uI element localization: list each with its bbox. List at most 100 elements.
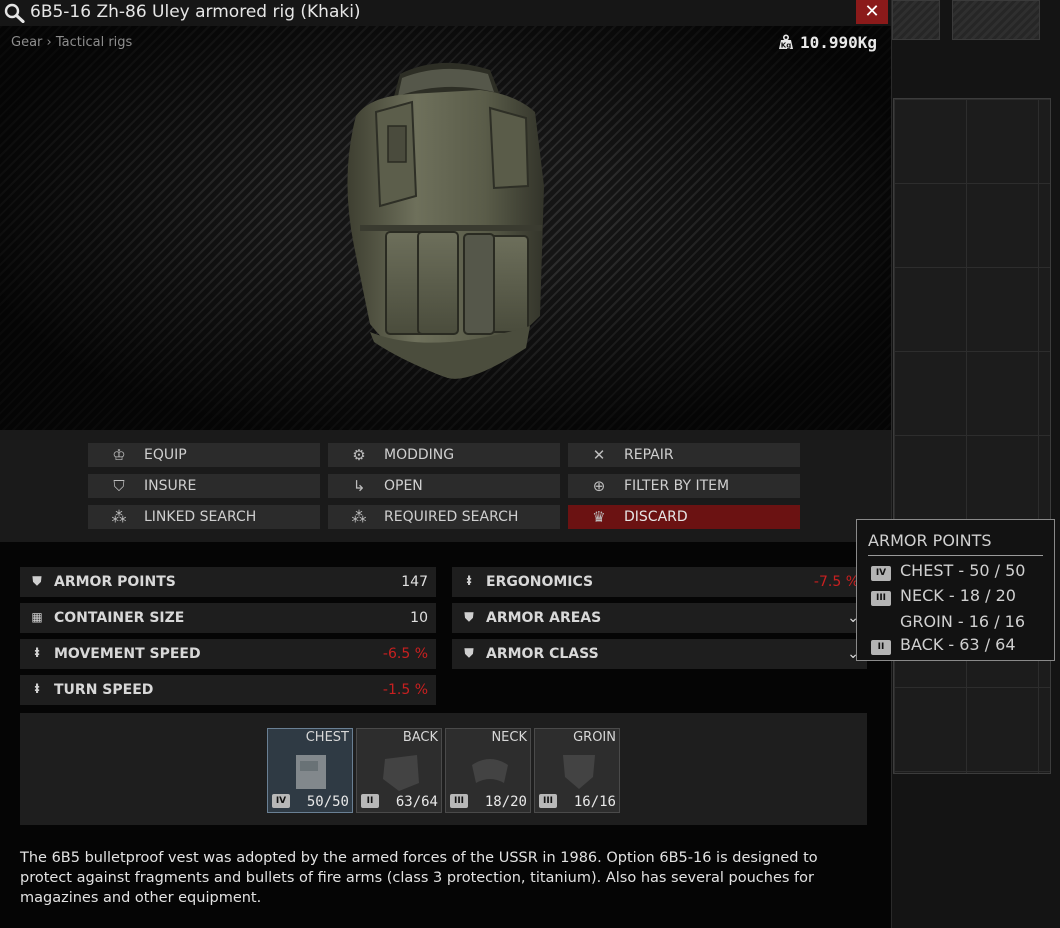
equip-icon: ♔ bbox=[112, 446, 126, 464]
filter-by-item-label: FILTER BY ITEM bbox=[624, 478, 730, 494]
inventory-cell bbox=[892, 0, 940, 40]
stat-label: ARMOR AREAS bbox=[486, 610, 602, 626]
inventory-grid bbox=[893, 98, 1051, 774]
tooltip-row: II BACK - 63 / 64 bbox=[871, 635, 1016, 655]
stat-armor-points[interactable]: ⛊ ARMOR POINTS 147 bbox=[20, 567, 436, 597]
grid-icon: ▦ bbox=[31, 610, 43, 624]
tooltip-row: IV CHEST - 50 / 50 bbox=[871, 561, 1025, 581]
armor-icon: ⛊ bbox=[464, 646, 474, 660]
armor-slots-panel: CHEST IV 50/50 BACK II 63/64 NECK III 18… bbox=[20, 713, 867, 825]
open-button[interactable]: ↳ OPEN bbox=[328, 474, 560, 498]
tooltip-row-text: BACK - 63 / 64 bbox=[900, 635, 1016, 654]
insure-button[interactable]: ⛉ INSURE bbox=[88, 474, 320, 498]
modding-icon: ⚙ bbox=[352, 446, 366, 464]
weight-value: 10.990Kg bbox=[799, 33, 877, 52]
slot-points: 18/20 bbox=[484, 794, 527, 810]
armor-icon: ⛊ bbox=[32, 574, 42, 588]
stat-armor-class[interactable]: ⛊ ARMOR CLASS ⌄ bbox=[452, 639, 867, 669]
groin-armor-icon bbox=[563, 755, 595, 789]
discard-icon: ♛ bbox=[592, 508, 606, 526]
stat-ergonomics: ⱡ ERGONOMICS -7.5 % bbox=[452, 567, 867, 597]
required-search-label: REQUIRED SEARCH bbox=[384, 509, 519, 525]
window-title: 6B5-16 Zh-86 Uley armored rig (Khaki) bbox=[30, 2, 361, 22]
tooltip-row-text: CHEST - 50 / 50 bbox=[900, 561, 1026, 580]
armor-slot-chest[interactable]: CHEST IV 50/50 bbox=[267, 728, 353, 813]
equip-button[interactable]: ♔ EQUIP bbox=[88, 443, 320, 467]
armor-points-tooltip: ARMOR POINTS IV CHEST - 50 / 50 III NECK -… bbox=[856, 519, 1055, 661]
insure-label: INSURE bbox=[144, 478, 197, 494]
armor-plate-icon bbox=[296, 755, 326, 789]
breadcrumb: Gear › Tactical rigs bbox=[11, 35, 133, 50]
inventory-cell bbox=[952, 0, 1040, 40]
discard-button[interactable]: ♛ DISCARD bbox=[568, 505, 800, 529]
speed-icon: ⱡ bbox=[34, 682, 40, 696]
stat-movement-speed: ⱡ MOVEMENT SPEED -6.5 % bbox=[20, 639, 436, 669]
item-image-vest bbox=[347, 62, 544, 379]
stat-label: MOVEMENT SPEED bbox=[54, 646, 201, 662]
tooltip-row: III NECK - 18 / 20 bbox=[871, 586, 1016, 606]
slot-name: BACK bbox=[402, 730, 438, 745]
linked-search-button[interactable]: ⁂ LINKED SEARCH bbox=[88, 505, 320, 529]
armor-icon: ⛊ bbox=[464, 610, 474, 624]
armor-slot-groin[interactable]: GROIN III 16/16 bbox=[534, 728, 620, 813]
shield-icon: ⛉ bbox=[113, 477, 125, 495]
repair-button[interactable]: ✕ REPAIR bbox=[568, 443, 800, 467]
slot-name: CHEST bbox=[305, 730, 349, 745]
stat-value: -6.5 % bbox=[382, 646, 428, 662]
required-search-button[interactable]: ⁂ REQUIRED SEARCH bbox=[328, 505, 560, 529]
speed-icon: ⱡ bbox=[34, 646, 40, 660]
repair-label: REPAIR bbox=[624, 447, 674, 463]
item-description: The 6B5 bulletproof vest was adopted by … bbox=[20, 850, 818, 906]
filter-search-icon: ⊕ bbox=[592, 477, 606, 495]
armor-class-badge: IV bbox=[272, 794, 290, 808]
discard-label: DISCARD bbox=[624, 509, 688, 525]
title-bar[interactable]: 6B5-16 Zh-86 Uley armored rig (Khaki) ✕ bbox=[0, 0, 891, 26]
stat-value: -7.5 % bbox=[813, 574, 859, 590]
stat-label: ARMOR CLASS bbox=[486, 646, 599, 662]
close-button[interactable]: ✕ bbox=[856, 0, 888, 24]
tooltip-title: ARMOR POINTS bbox=[868, 531, 992, 550]
ergonomics-icon: ⱡ bbox=[466, 574, 472, 588]
stat-value: -1.5 % bbox=[382, 682, 428, 698]
stat-turn-speed: ⱡ TURN SPEED -1.5 % bbox=[20, 675, 436, 705]
open-label: OPEN bbox=[384, 478, 423, 494]
svg-text:Kg: Kg bbox=[781, 42, 791, 50]
neck-armor-icon bbox=[472, 759, 508, 783]
linked-search-label: LINKED SEARCH bbox=[144, 509, 257, 525]
filter-by-item-button[interactable]: ⊕ FILTER BY ITEM bbox=[568, 474, 800, 498]
slot-points: 50/50 bbox=[306, 794, 349, 810]
item-weight: Kg 10.990Kg bbox=[778, 33, 877, 52]
slot-points: 63/64 bbox=[395, 794, 438, 810]
armor-class-badge: II bbox=[871, 640, 891, 655]
stat-label: CONTAINER SIZE bbox=[54, 610, 185, 626]
armor-class-badge: II bbox=[361, 794, 379, 808]
stat-label: ARMOR POINTS bbox=[54, 574, 176, 590]
back-armor-icon bbox=[383, 755, 419, 791]
search-icon bbox=[4, 3, 25, 23]
item-preview: Gear › Tactical rigs Kg 10.990Kg bbox=[0, 26, 891, 430]
open-icon: ↳ bbox=[352, 477, 366, 495]
slot-points: 16/16 bbox=[573, 794, 616, 810]
armor-class-badge: III bbox=[450, 794, 468, 808]
slot-name: NECK bbox=[491, 730, 527, 745]
armor-class-badge: III bbox=[539, 794, 557, 808]
action-bar: ♔ EQUIP ⚙ MODDING ✕ REPAIR ⛉ INSURE ↳ OP… bbox=[0, 430, 891, 542]
stat-label: TURN SPEED bbox=[54, 682, 154, 698]
armor-class-badge: III bbox=[871, 591, 891, 606]
repair-icon: ✕ bbox=[592, 446, 606, 464]
stat-label: ERGONOMICS bbox=[486, 574, 594, 590]
required-search-icon: ⁂ bbox=[351, 508, 367, 526]
armor-slot-back[interactable]: BACK II 63/64 bbox=[356, 728, 442, 813]
item-inspect-window: 6B5-16 Zh-86 Uley armored rig (Khaki) ✕ … bbox=[0, 0, 892, 928]
armor-class-badge bbox=[871, 611, 891, 626]
stat-armor-areas[interactable]: ⛊ ARMOR AREAS ⌄ bbox=[452, 603, 867, 633]
tooltip-divider bbox=[868, 555, 1043, 556]
linked-search-icon: ⁂ bbox=[111, 508, 127, 526]
modding-button[interactable]: ⚙ MODDING bbox=[328, 443, 560, 467]
tooltip-row-text: NECK - 18 / 20 bbox=[900, 586, 1016, 605]
equip-label: EQUIP bbox=[144, 447, 187, 463]
armor-slot-neck[interactable]: NECK III 18/20 bbox=[445, 728, 531, 813]
slot-name: GROIN bbox=[573, 730, 616, 745]
stat-value: 147 bbox=[401, 574, 428, 590]
stat-value: 10 bbox=[410, 610, 428, 626]
